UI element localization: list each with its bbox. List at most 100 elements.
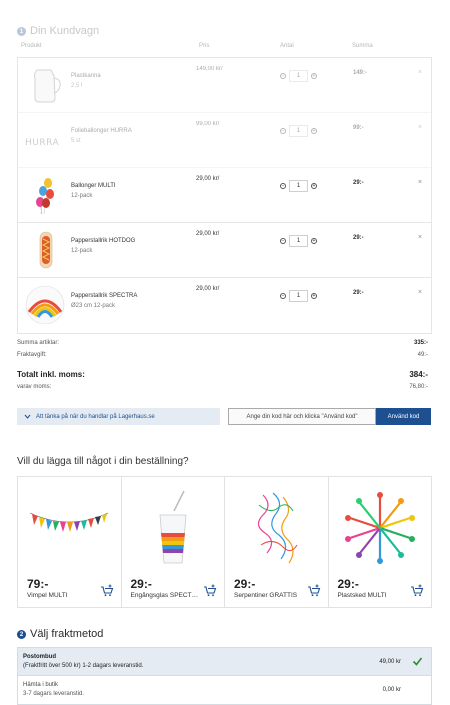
add-to-cart-icon[interactable] — [203, 584, 217, 597]
cart-row: Papperstallrik SPECTRA Ø23 cm 12-pack 29… — [18, 278, 431, 333]
decrease-button[interactable]: − — [280, 238, 286, 244]
product-variant: Ø23 cm 12-pack — [71, 303, 116, 309]
shipping-option-desc: (Fraktfritt över 500 kr) 1-2 dagars leve… — [23, 663, 144, 669]
decrease-button[interactable]: − — [280, 183, 286, 189]
product-sum: 149:- — [353, 70, 368, 76]
quantity-input[interactable]: 1 — [289, 235, 308, 247]
shipping-options: Postombud (Fraktfritt över 500 kr) 1-2 d… — [17, 647, 432, 705]
cart-items: Plastkanna 2,5 l 149,00 kr/ − 1 + 149:- … — [17, 57, 432, 334]
suggestion-name[interactable]: Plastsked MULTI — [338, 592, 406, 599]
shopping-tip-toggle[interactable]: Att tänka på när du handlar på Lagerhaus… — [17, 408, 220, 425]
decrease-button[interactable]: − — [280, 128, 286, 134]
product-price: 29,00 kr/ — [196, 231, 220, 237]
column-price: Pris — [199, 43, 210, 49]
increase-button[interactable]: + — [311, 128, 317, 134]
quantity-stepper: − 1 + — [280, 180, 317, 192]
suggestion-name[interactable]: Vimpel MULTI — [27, 592, 95, 599]
shipping-option-postombud[interactable]: Postombud (Fraktfritt över 500 kr) 1-2 d… — [18, 648, 431, 676]
increase-button[interactable]: + — [311, 183, 317, 189]
serpentine-image — [257, 492, 298, 564]
shipping-option-desc: 3-7 dagars leveranstid. — [23, 691, 85, 697]
quantity-stepper: − 1 + — [280, 125, 317, 137]
quantity-stepper: − 1 + — [280, 70, 317, 82]
remove-icon[interactable]: × — [418, 179, 422, 186]
remove-icon[interactable]: × — [418, 289, 422, 296]
remove-icon[interactable]: × — [418, 69, 422, 76]
product-variant: 12-pack — [71, 193, 93, 199]
product-name[interactable]: Papperstallrik SPECTRA — [71, 293, 137, 299]
product-sum: 29:- — [353, 290, 364, 296]
product-price: 29,00 kr/ — [196, 176, 220, 182]
cart-row: Papperstallrik HOTDOG 12-pack 29,00 kr/ … — [18, 223, 431, 278]
shipping-option-name: Hämta i butik — [23, 682, 59, 688]
jug-image[interactable] — [24, 64, 66, 106]
suggestion-card[interactable]: 79:- Vimpel MULTI — [18, 477, 122, 607]
suggestion-price: 29:- — [337, 577, 359, 591]
suggestion-card[interactable]: 29:- Plastsked MULTI — [329, 477, 432, 607]
shipping-option-price: 0,00 kr — [382, 687, 401, 693]
suggestion-price: 29:- — [234, 577, 256, 591]
discount-code-input[interactable]: Ange din kod här och klicka "Använd kod" — [228, 408, 376, 425]
vat-value: 76,80:- — [409, 384, 428, 390]
shipping-fee-value: 49:- — [417, 352, 428, 358]
add-to-cart-icon[interactable] — [307, 584, 321, 597]
increase-button[interactable]: + — [311, 73, 317, 79]
suggestion-price: 79:- — [27, 577, 49, 591]
product-price: 29,00 kr/ — [196, 286, 220, 292]
suggestion-name[interactable]: Serpentiner GRATTIS — [234, 592, 302, 599]
quantity-stepper: − 1 + — [280, 235, 317, 247]
add-to-cart-icon[interactable] — [410, 584, 424, 597]
cart-row: HURRA Folieballonger HURRA 5 st 99,00 kr… — [18, 113, 431, 168]
quantity-stepper: − 1 + — [280, 290, 317, 302]
cart-title: Din Kundvagn — [30, 25, 100, 37]
decrease-button[interactable]: − — [280, 293, 286, 299]
vat-label: varav moms: — [17, 384, 52, 390]
quantity-input[interactable]: 1 — [289, 70, 308, 82]
column-product: Produkt — [21, 43, 42, 49]
hurra-balloons-image[interactable]: HURRA — [24, 119, 66, 161]
remove-icon[interactable]: × — [418, 124, 422, 131]
product-name[interactable]: Papperstallrik HOTDOG — [71, 238, 135, 244]
suggestion-card[interactable]: 29:- Engångsglas SPECTRA — [122, 477, 225, 607]
product-name[interactable]: Plastkanna — [71, 73, 101, 79]
shipping-fee-label: Fraktavgift: — [17, 352, 47, 358]
increase-button[interactable]: + — [311, 293, 317, 299]
column-qty: Antal — [280, 43, 294, 49]
product-name[interactable]: Folieballonger HURRA — [71, 128, 132, 134]
spoons-image — [344, 492, 415, 564]
decrease-button[interactable]: − — [280, 73, 286, 79]
add-to-cart-icon[interactable] — [100, 584, 114, 597]
bunting-image — [29, 512, 109, 532]
shipping-option-pickup[interactable]: Hämta i butik 3-7 dagars leveranstid. 0,… — [18, 676, 431, 704]
grand-total-label: Totalt inkl. moms: — [17, 370, 85, 379]
checkmark-icon — [412, 657, 423, 666]
suggestions-title: Vill du lägga till något i din beställni… — [17, 456, 189, 467]
chevron-down-icon — [24, 414, 31, 419]
remove-icon[interactable]: × — [418, 234, 422, 241]
articles-total-value: 335:- — [413, 340, 428, 346]
hotdog-plate-image[interactable] — [24, 229, 66, 271]
apply-code-button[interactable]: Använd kod — [376, 408, 431, 425]
suggestion-cards: 79:- Vimpel MULTI 29:- Engångsglas SPECT… — [17, 476, 432, 608]
shipping-option-name: Postombud — [23, 654, 56, 660]
quantity-input[interactable]: 1 — [289, 125, 308, 137]
shipping-title: Välj fraktmetod — [30, 628, 104, 640]
articles-total-label: Summa artiklar: — [17, 340, 60, 346]
step-badge-cart: 1 — [17, 27, 26, 36]
cart-row: Ballonger MULTI 12-pack 29,00 kr/ − 1 + … — [18, 168, 431, 223]
suggestion-price: 29:- — [130, 577, 152, 591]
svg-text:HURRA: HURRA — [25, 138, 59, 148]
product-sum: 29:- — [353, 180, 364, 186]
quantity-input[interactable]: 1 — [289, 290, 308, 302]
spectra-plate-image[interactable] — [24, 284, 66, 326]
quantity-input[interactable]: 1 — [289, 180, 308, 192]
product-sum: 99:- — [353, 125, 364, 131]
product-name[interactable]: Ballonger MULTI — [71, 183, 116, 189]
suggestion-name[interactable]: Engångsglas SPECTRA — [131, 592, 199, 599]
increase-button[interactable]: + — [311, 238, 317, 244]
product-variant: 2,5 l — [71, 83, 83, 89]
column-sum: Summa — [352, 43, 373, 49]
shipping-option-price: 49,00 kr — [379, 659, 401, 665]
balloons-image[interactable] — [24, 174, 66, 216]
suggestion-card[interactable]: 29:- Serpentiner GRATTIS — [225, 477, 329, 607]
